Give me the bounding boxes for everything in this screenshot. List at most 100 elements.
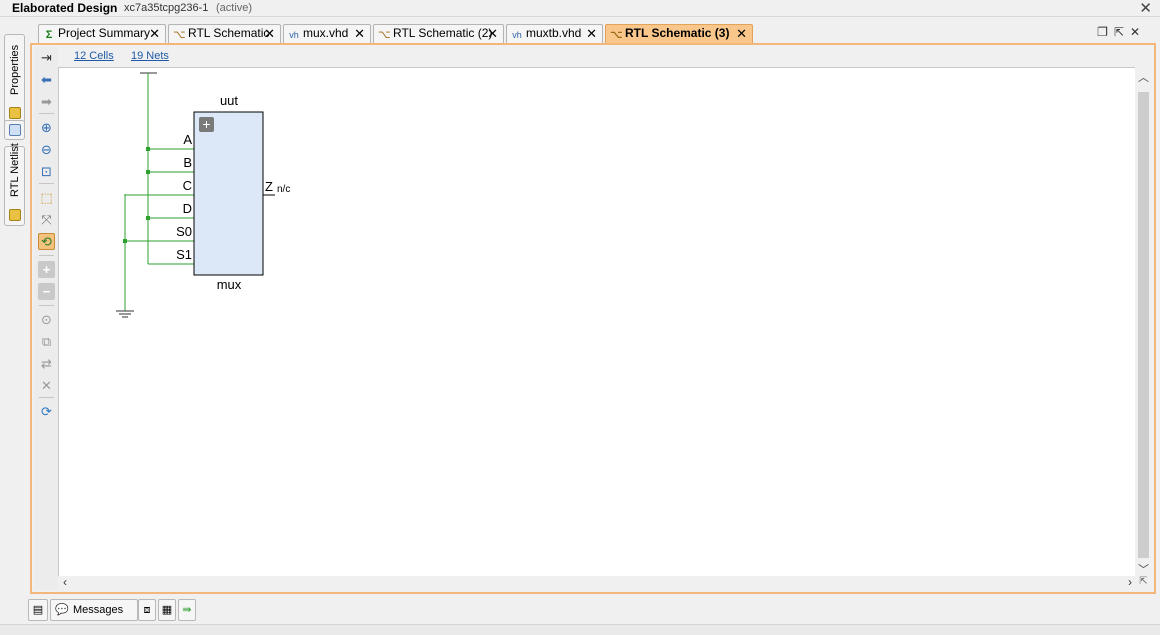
close-icon[interactable]: ✕ xyxy=(149,25,160,42)
search-icon[interactable]: ⊙ xyxy=(38,311,55,328)
instance-name: uut xyxy=(220,93,238,108)
schematic-info-bar: 12 Cells 19 Nets xyxy=(58,47,1154,67)
zoom-fit-icon[interactable]: ⊡ xyxy=(38,163,55,180)
schematic-icon: ⌥ xyxy=(610,29,623,41)
fit-selection-icon[interactable]: ⤧ xyxy=(38,211,55,228)
back-arrow-icon[interactable]: ⬅ xyxy=(38,71,55,88)
select-area-icon[interactable]: ⬚ xyxy=(38,189,55,206)
messages-icon: 💬 xyxy=(55,604,69,616)
tab-project-summary[interactable]: Σ Project Summary ✕ xyxy=(38,24,166,43)
route-icon[interactable]: ⇄ xyxy=(38,355,55,372)
pin-b: B xyxy=(183,155,192,170)
tab-muxtb-vhd[interactable]: vh muxtb.vhd ✕ xyxy=(506,24,603,43)
editor-tab-bar: Σ Project Summary ✕ ⌥ RTL Schematic ✕ vh mu… xyxy=(38,24,1154,43)
cells-link[interactable]: 12 Cells xyxy=(74,50,114,62)
wires xyxy=(116,72,194,318)
console-icon: ▤ xyxy=(32,604,44,616)
scroll-down-icon[interactable]: ﹀ xyxy=(1138,561,1149,577)
tab-label: Messages xyxy=(73,604,124,616)
log-tab[interactable]: ⧈ xyxy=(138,599,156,621)
scroll-thumb[interactable] xyxy=(1138,92,1149,558)
horizontal-scrollbar[interactable]: ‹ › xyxy=(58,575,1138,591)
mux-block[interactable] xyxy=(193,111,264,276)
zoom-out-icon[interactable]: ⊖ xyxy=(38,141,55,158)
schematic-icon: ⌥ xyxy=(378,29,391,41)
log-icon: ⧈ xyxy=(143,604,151,616)
schematic-diagram: + uut mux A B C D S0 S1 Z n/c xyxy=(116,72,290,318)
junction-dot xyxy=(146,216,150,220)
expand-symbol: + xyxy=(202,116,210,132)
zoom-in-icon[interactable]: ⊕ xyxy=(38,119,55,136)
tab-label: mux.vhd xyxy=(303,26,349,40)
close-icon[interactable]: ✕ xyxy=(1130,25,1146,39)
tab-label: muxtb.vhd xyxy=(526,26,582,40)
design-title: Elaborated Design xyxy=(12,1,118,15)
schematic-icon: ⌥ xyxy=(173,29,186,41)
tab-rtl-schematic[interactable]: ⌥ RTL Schematic ✕ xyxy=(168,24,281,43)
tab-rtl-schematic-3[interactable]: ⌥ RTL Schematic (3) ✕ xyxy=(605,24,753,43)
tab-rtl-schematic-2[interactable]: ⌥ RTL Schematic (2) ✕ xyxy=(373,24,504,43)
regenerate-icon[interactable]: ⧉ xyxy=(38,333,55,350)
status-bar xyxy=(0,624,1160,635)
side-tab-properties[interactable]: Properties xyxy=(4,34,25,124)
scroll-right-icon[interactable]: › xyxy=(1128,575,1132,589)
vhdl-icon: vh xyxy=(289,30,299,40)
auto-fit-icon[interactable]: ⟲ xyxy=(38,233,55,250)
close-icon[interactable]: ✕ xyxy=(264,25,275,42)
hierarchy-icon xyxy=(9,124,21,136)
close-icon[interactable]: ✕ xyxy=(736,25,747,42)
junction-dot xyxy=(146,170,150,174)
bottom-tab-bar: ▤ 💬 Messages ⧈ ▦ ⇛ xyxy=(28,598,1160,622)
schematic-canvas[interactable]: + uut mux A B C D S0 S1 Z n/c xyxy=(58,67,1138,577)
pin-c: C xyxy=(183,178,192,193)
schematic-panel: ⇥ ⬅ ➡ ⊕ ⊖ ⊡ ⬚ ⤧ ⟲ + − ⊙ ⧉ ⇄ ✕ ⟳ 12 Cells… xyxy=(30,43,1156,594)
vertical-scrollbar[interactable]: ︿ ﹀ xyxy=(1135,67,1152,577)
collapse-cell-icon[interactable]: − xyxy=(38,283,55,300)
nets-link[interactable]: 19 Nets xyxy=(131,50,169,62)
design-runs-tab[interactable]: ⇛ xyxy=(178,599,196,621)
close-icon[interactable]: ✕ xyxy=(1139,0,1152,17)
vhdl-icon: vh xyxy=(512,30,522,40)
scroll-up-icon[interactable]: ︿ xyxy=(1138,69,1149,85)
output-net-label: n/c xyxy=(277,184,290,195)
side-tab-label: Properties xyxy=(9,44,21,95)
run-icon: ⇛ xyxy=(182,604,192,616)
design-state: (active) xyxy=(216,2,253,14)
restore-icon[interactable]: ❐ xyxy=(1097,25,1114,39)
refresh-icon[interactable]: ⟳ xyxy=(38,403,55,420)
forward-arrow-icon[interactable]: ➡ xyxy=(38,93,55,110)
tcl-console-tab[interactable]: ▤ xyxy=(28,599,48,621)
window-controls: ❐⇱✕ xyxy=(1097,25,1146,39)
scroll-left-icon[interactable]: ‹ xyxy=(63,575,67,589)
report-icon: ▦ xyxy=(161,604,173,616)
properties-icon xyxy=(9,107,21,119)
close-icon[interactable]: ✕ xyxy=(586,25,597,42)
tab-label: RTL Schematic (3) xyxy=(625,26,730,40)
pin-s0: S0 xyxy=(176,224,192,239)
float-icon[interactable]: ⇱ xyxy=(1114,25,1130,39)
delete-icon[interactable]: ✕ xyxy=(38,377,55,394)
cell-type: mux xyxy=(217,277,242,292)
tab-label: RTL Schematic xyxy=(188,26,270,40)
side-tab-rtl-netlist[interactable]: RTL Netlist xyxy=(4,143,25,226)
tab-messages[interactable]: 💬 Messages xyxy=(50,599,138,621)
input-pins: A B C D S0 S1 xyxy=(176,132,192,262)
reports-tab[interactable]: ▦ xyxy=(158,599,176,621)
tab-mux-vhd[interactable]: vh mux.vhd ✕ xyxy=(283,24,371,43)
junction-dot xyxy=(146,147,150,151)
expand-icon[interactable]: + xyxy=(38,261,55,278)
pin-a: A xyxy=(183,132,192,147)
side-tab-label: RTL Netlist xyxy=(9,143,21,197)
side-tab-strip: Properties RTL Netlist xyxy=(0,18,28,618)
side-tab-hierarchy[interactable] xyxy=(4,120,25,140)
sigma-icon: Σ xyxy=(45,29,53,41)
pin-z: Z xyxy=(265,179,273,194)
close-icon[interactable]: ✕ xyxy=(354,25,365,42)
collapse-icon[interactable]: ⇥ xyxy=(38,49,55,66)
title-bar: Elaborated Design xc7a35tcpg236-1 (activ… xyxy=(0,0,1160,17)
resize-corner-icon[interactable]: ⇱ xyxy=(1135,576,1152,591)
netlist-icon xyxy=(9,209,21,221)
schematic-toolbar: ⇥ ⬅ ➡ ⊕ ⊖ ⊡ ⬚ ⤧ ⟲ + − ⊙ ⧉ ⇄ ✕ ⟳ xyxy=(34,47,58,590)
close-icon[interactable]: ✕ xyxy=(487,25,498,42)
junction-dot xyxy=(123,239,127,243)
